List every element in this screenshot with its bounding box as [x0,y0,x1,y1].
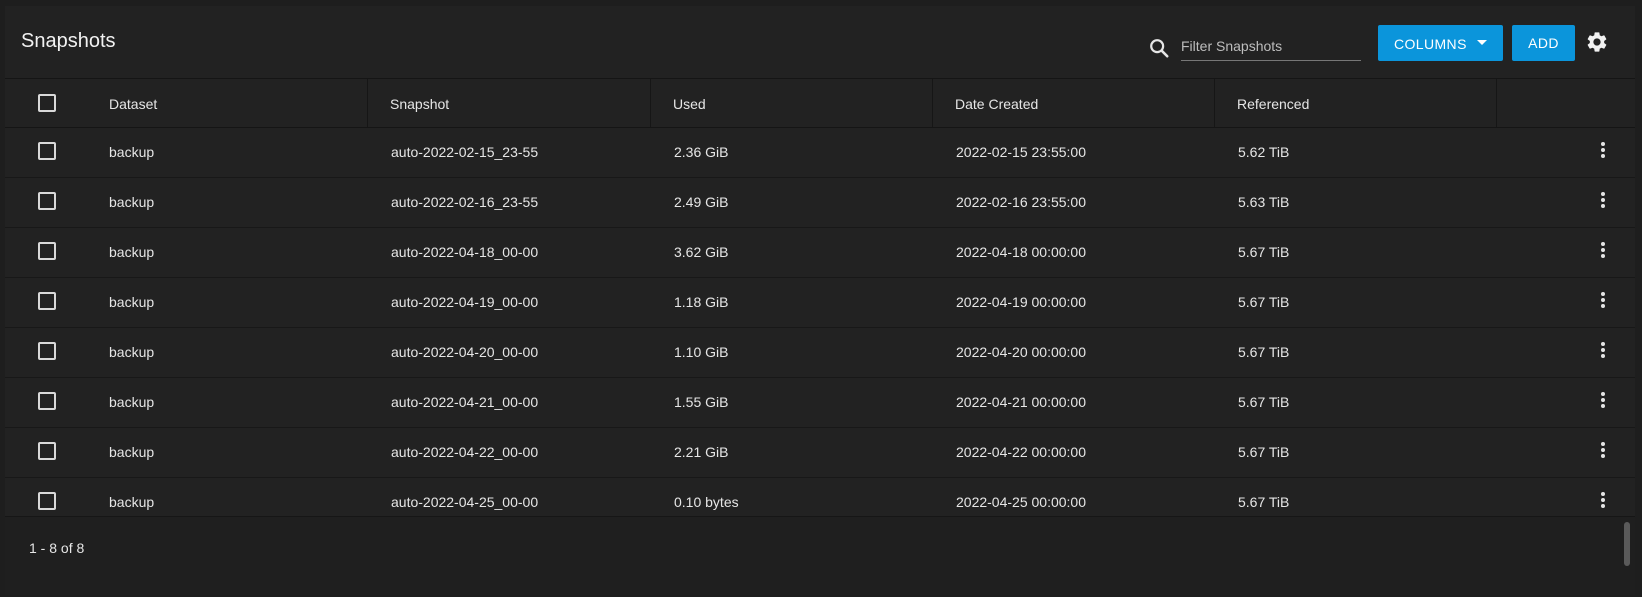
cell-dataset: backup [109,144,155,160]
select-all-checkbox[interactable] [38,94,56,112]
cell-date-created: 2022-04-18 00:00:00 [956,244,1086,260]
search-icon [1150,39,1169,58]
cell-date-created: 2022-04-20 00:00:00 [956,344,1086,360]
row-checkbox[interactable] [38,192,56,210]
cell-used: 2.36 GiB [674,144,729,160]
columns-button-label: COLUMNS [1394,36,1467,52]
column-header-referenced[interactable]: Referenced [1237,96,1309,112]
search-input[interactable] [1181,32,1361,61]
cell-used: 1.10 GiB [674,344,729,360]
cell-dataset: backup [109,394,155,410]
caret-down-icon[interactable] [1477,40,1487,45]
column-divider [1496,79,1497,127]
cell-dataset: backup [109,294,155,310]
cell-snapshot: auto-2022-02-15_23-55 [391,144,539,160]
more-vert-icon[interactable] [1595,240,1611,260]
table-row[interactable]: backup auto-2022-04-20_00-00 1.10 GiB 20… [5,328,1635,378]
table-row[interactable]: backup auto-2022-04-21_00-00 1.55 GiB 20… [5,378,1635,428]
snapshots-card: Snapshots COLUMNS ADD Dataset Snapshot U… [5,6,1635,595]
more-vert-icon[interactable] [1595,490,1611,510]
cell-date-created: 2022-04-22 00:00:00 [956,444,1086,460]
table-footer: 1 - 8 of 8 [5,516,1635,595]
table-row[interactable]: backup auto-2022-04-18_00-00 3.62 GiB 20… [5,228,1635,278]
cell-used: 3.62 GiB [674,244,729,260]
column-header-used[interactable]: Used [673,96,706,112]
more-vert-icon[interactable] [1595,340,1611,360]
table-row[interactable]: backup auto-2022-04-22_00-00 2.21 GiB 20… [5,428,1635,478]
column-header-snapshot[interactable]: Snapshot [390,96,449,112]
row-checkbox[interactable] [38,492,56,510]
cell-snapshot: auto-2022-04-25_00-00 [391,494,539,510]
row-checkbox[interactable] [38,142,56,160]
scrollbar-thumb[interactable] [1624,522,1630,566]
more-vert-icon[interactable] [1595,440,1611,460]
cell-snapshot: auto-2022-04-21_00-00 [391,394,539,410]
page-title: Snapshots [21,30,116,52]
more-vert-icon[interactable] [1595,190,1611,210]
row-checkbox[interactable] [38,242,56,260]
cell-date-created: 2022-04-21 00:00:00 [956,394,1086,410]
add-button[interactable]: ADD [1512,25,1575,61]
cell-referenced: 5.67 TiB [1238,344,1290,360]
cell-used: 2.49 GiB [674,194,729,210]
more-vert-icon[interactable] [1595,390,1611,410]
cell-snapshot: auto-2022-04-18_00-00 [391,244,539,260]
cell-dataset: backup [109,494,155,510]
cell-snapshot: auto-2022-04-20_00-00 [391,344,539,360]
toolbar: Snapshots COLUMNS ADD [5,6,1635,79]
cell-used: 0.10 bytes [674,494,739,510]
row-checkbox[interactable] [38,442,56,460]
cell-referenced: 5.67 TiB [1238,394,1290,410]
cell-date-created: 2022-02-16 23:55:00 [956,194,1086,210]
cell-used: 1.18 GiB [674,294,729,310]
cell-referenced: 5.63 TiB [1238,194,1290,210]
table-row[interactable]: backup auto-2022-04-19_00-00 1.18 GiB 20… [5,278,1635,328]
column-divider [932,79,933,127]
cell-dataset: backup [109,444,155,460]
cell-snapshot: auto-2022-02-16_23-55 [391,194,539,210]
column-header-date-created[interactable]: Date Created [955,96,1038,112]
cell-referenced: 5.67 TiB [1238,244,1290,260]
row-checkbox[interactable] [38,342,56,360]
more-vert-icon[interactable] [1595,140,1611,160]
column-divider [650,79,651,127]
table-header: Dataset Snapshot Used Date Created Refer… [5,79,1635,128]
cell-dataset: backup [109,244,155,260]
cell-dataset: backup [109,344,155,360]
table-body: backup auto-2022-02-15_23-55 2.36 GiB 20… [5,128,1635,528]
table-row[interactable]: backup auto-2022-02-15_23-55 2.36 GiB 20… [5,128,1635,178]
cell-used: 1.55 GiB [674,394,729,410]
cell-snapshot: auto-2022-04-22_00-00 [391,444,539,460]
cell-date-created: 2022-04-25 00:00:00 [956,494,1086,510]
columns-button[interactable]: COLUMNS [1378,25,1503,61]
gear-icon[interactable] [1585,30,1609,54]
cell-date-created: 2022-02-15 23:55:00 [956,144,1086,160]
row-checkbox[interactable] [38,292,56,310]
pagination-range: 1 - 8 of 8 [29,540,85,556]
cell-used: 2.21 GiB [674,444,729,460]
cell-snapshot: auto-2022-04-19_00-00 [391,294,539,310]
table-row[interactable]: backup auto-2022-02-16_23-55 2.49 GiB 20… [5,178,1635,228]
cell-referenced: 5.67 TiB [1238,294,1290,310]
cell-date-created: 2022-04-19 00:00:00 [956,294,1086,310]
cell-referenced: 5.62 TiB [1238,144,1290,160]
column-header-dataset[interactable]: Dataset [109,96,157,112]
add-button-label: ADD [1528,35,1559,51]
cell-referenced: 5.67 TiB [1238,494,1290,510]
row-checkbox[interactable] [38,392,56,410]
column-divider [367,79,368,127]
cell-referenced: 5.67 TiB [1238,444,1290,460]
search-box [1145,32,1367,62]
more-vert-icon[interactable] [1595,290,1611,310]
column-divider [1214,79,1215,127]
cell-dataset: backup [109,194,155,210]
